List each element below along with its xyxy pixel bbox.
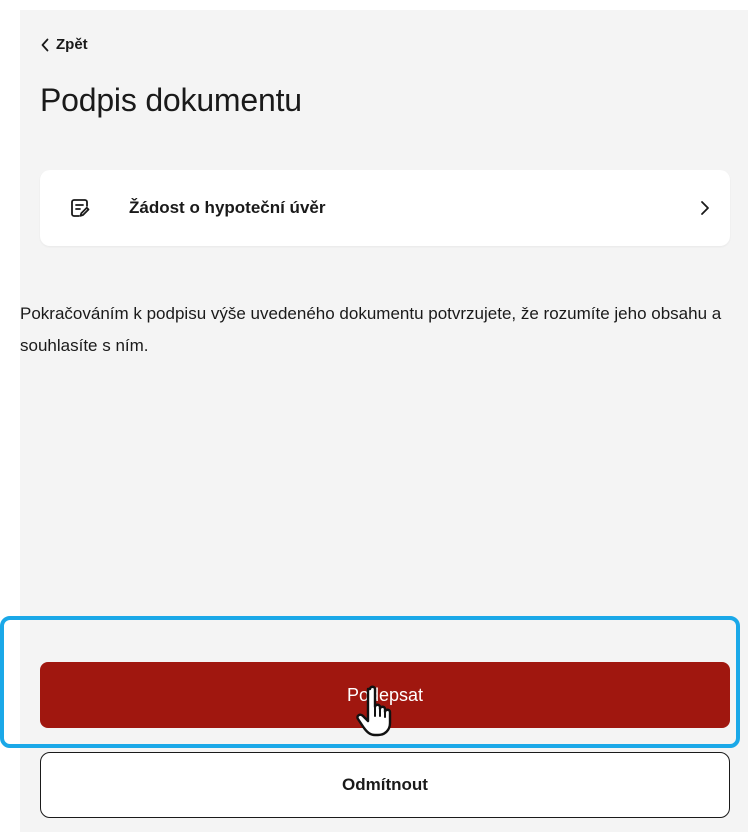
chevron-left-icon <box>41 38 49 51</box>
back-link[interactable]: Zpět <box>40 36 88 53</box>
back-label: Zpět <box>56 36 88 53</box>
hand-pointer-icon <box>356 685 392 737</box>
consent-text: Pokračováním k podpisu výše uvedeného do… <box>20 304 722 355</box>
edit-document-icon <box>71 199 90 217</box>
document-card[interactable]: Žádost o hypoteční úvěr <box>40 170 730 246</box>
reject-button[interactable]: Odmítnout <box>40 752 730 818</box>
chevron-right-icon <box>701 201 709 215</box>
page-title: Podpis dokumentu <box>40 82 302 118</box>
document-title: Žádost o hypoteční úvěr <box>129 198 326 217</box>
